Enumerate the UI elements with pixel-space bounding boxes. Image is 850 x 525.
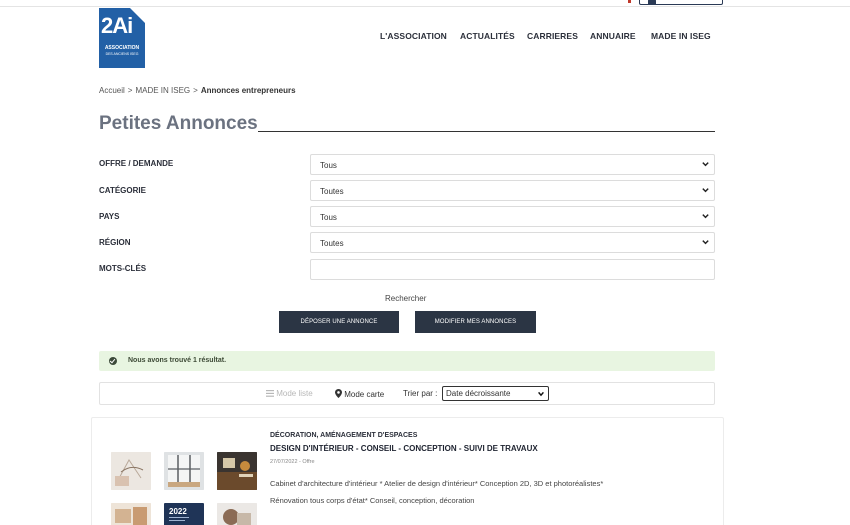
check-circle-icon xyxy=(109,357,117,365)
search-link[interactable]: Rechercher xyxy=(385,294,426,303)
offre-demande-select[interactable]: Tous xyxy=(310,154,715,175)
ad-category: DÉCORATION, AMÉNAGEMENT D'ESPACES xyxy=(270,432,418,439)
ad-thumbnail[interactable] xyxy=(111,452,151,490)
chevron-down-icon xyxy=(538,391,544,397)
login-button[interactable] xyxy=(639,0,723,5)
window-room-image xyxy=(164,452,204,490)
breadcrumb-separator: > xyxy=(193,86,198,95)
nav-carrieres[interactable]: CARRIERES xyxy=(527,31,578,45)
ad-thumbnail[interactable] xyxy=(111,503,151,525)
categorie-select[interactable]: Toutes xyxy=(310,180,715,201)
chevron-down-icon xyxy=(702,240,709,245)
categorie-label: CATÉGORIE xyxy=(99,186,146,195)
nav-actualites[interactable]: ACTUALITÉS xyxy=(460,31,515,45)
ad-thumbnail[interactable] xyxy=(217,503,257,525)
sketch-image xyxy=(111,452,151,490)
results-toolbar: Mode liste Mode carte Trier par : Date d… xyxy=(99,382,715,405)
chevron-down-icon xyxy=(702,162,709,167)
map-mode-label: Mode carte xyxy=(344,390,385,399)
ad-thumbnail[interactable] xyxy=(164,452,204,490)
breadcrumb: Accueil > MADE IN ISEG > Annonces entreprene… xyxy=(99,86,296,95)
sort-label: Trier par : xyxy=(403,389,438,398)
ad-meta: 27/07/2022 - Offre xyxy=(270,459,315,465)
logo-subtitle-2: DES ANCIENS ISEG xyxy=(105,52,139,56)
region-value: Toutes xyxy=(320,239,344,248)
list-mode-label: Mode liste xyxy=(276,389,313,398)
ad-description-line-1: Cabinet d'architecture d'intérieur * Ate… xyxy=(270,479,604,488)
pays-select[interactable]: Tous xyxy=(310,206,715,227)
chevron-down-icon xyxy=(702,188,709,193)
list-icon xyxy=(266,390,274,397)
kitchen-image xyxy=(217,452,257,490)
materials-image xyxy=(111,503,151,525)
decor-image xyxy=(217,503,257,525)
page-title: Petites Annonces xyxy=(99,113,258,134)
results-alert-text: Nous avons trouvé 1 résultat. xyxy=(128,357,227,364)
logo-text: 2Ai xyxy=(101,13,133,38)
nav-made-in-iseg[interactable]: MADE IN ISEG xyxy=(651,31,711,45)
modify-ads-button[interactable]: MODIFIER MES ANNONCES xyxy=(415,311,536,333)
flag-icon xyxy=(628,0,631,3)
map-mode-toggle[interactable]: Mode carte xyxy=(335,389,384,399)
list-mode-toggle[interactable]: Mode liste xyxy=(266,389,313,398)
nav-association[interactable]: L'ASSOCIATION xyxy=(380,31,447,45)
offre-demande-label: OFFRE / DEMANDE xyxy=(99,159,174,168)
association-logo[interactable]: 2Ai ASSOCIATION DES ANCIENS ISEG xyxy=(99,8,145,68)
pays-value: Tous xyxy=(320,213,337,222)
award-badge-image xyxy=(169,517,189,521)
chevron-down-icon xyxy=(702,214,709,219)
ad-thumbnail[interactable]: 2022 xyxy=(164,503,204,525)
breadcrumb-made-in-iseg[interactable]: MADE IN ISEG xyxy=(135,86,190,95)
ad-description-line-2: Rénovation tous corps d'état* Conseil, c… xyxy=(270,496,475,505)
user-icon xyxy=(648,0,656,5)
offre-demande-value: Tous xyxy=(320,161,337,170)
nav-annuaire[interactable]: ANNUAIRE xyxy=(590,31,636,45)
ad-thumbnail[interactable] xyxy=(217,452,257,490)
breadcrumb-separator: > xyxy=(127,86,133,95)
mots-cles-label: MOTS-CLÉS xyxy=(99,264,147,273)
results-alert: Nous avons trouvé 1 résultat. xyxy=(99,351,715,371)
pays-label: PAYS xyxy=(99,212,120,221)
breadcrumb-home[interactable]: Accueil xyxy=(99,86,125,95)
categorie-value: Toutes xyxy=(320,187,344,196)
sort-select[interactable]: Date décroissante xyxy=(442,386,549,401)
ad-title[interactable]: DESIGN D'INTÉRIEUR - CONSEIL - CONCEPTIO… xyxy=(270,444,538,453)
region-select[interactable]: Toutes xyxy=(310,232,715,253)
logo-corner xyxy=(130,8,145,23)
deposit-ad-button[interactable]: DÉPOSER UNE ANNONCE xyxy=(279,311,399,333)
region-label: RÉGION xyxy=(99,238,131,247)
map-pin-icon xyxy=(335,389,342,398)
sort-value: Date décroissante xyxy=(446,389,511,398)
breadcrumb-current: Annonces entrepreneurs xyxy=(200,86,296,95)
title-divider xyxy=(258,131,715,132)
mots-cles-input[interactable] xyxy=(310,259,715,280)
logo-subtitle-1: ASSOCIATION xyxy=(104,45,140,51)
